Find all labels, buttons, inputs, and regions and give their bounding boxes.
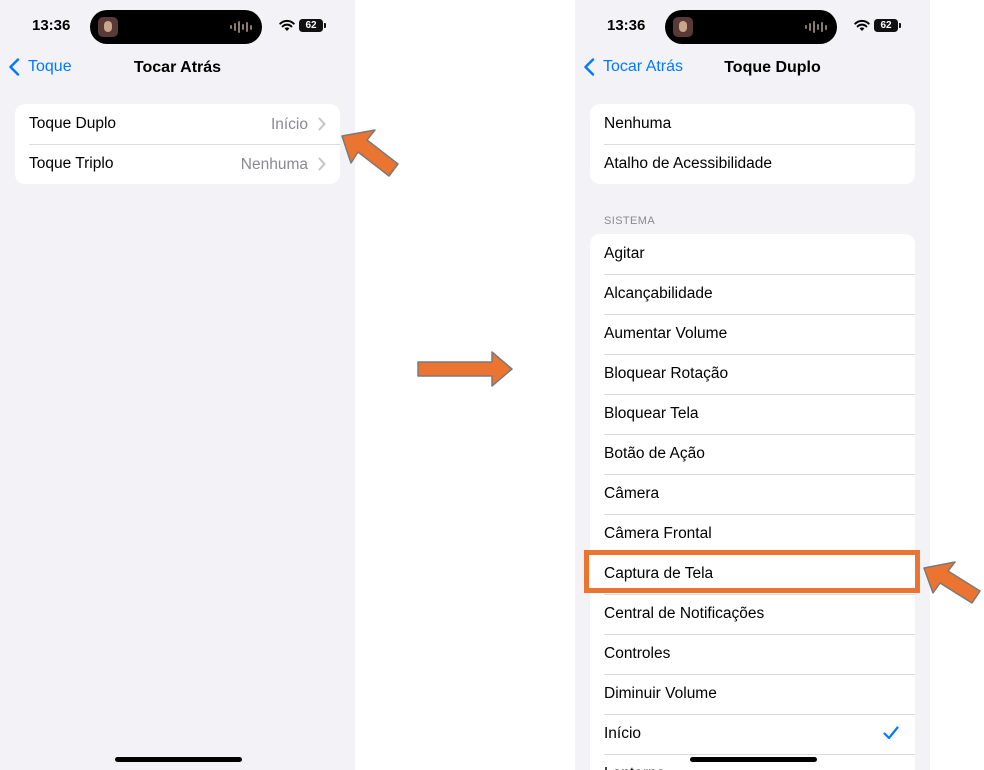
option-agitar[interactable]: Agitar bbox=[590, 234, 915, 274]
option-label: Câmera bbox=[604, 485, 660, 502]
option-label: Botão de Ação bbox=[604, 445, 705, 462]
annotation-arrow-icon bbox=[341, 129, 399, 177]
back-tap-options-group: Toque Duplo Início Toque Triplo Nenhuma bbox=[15, 104, 340, 184]
now-playing-artwork bbox=[673, 17, 693, 37]
row-label: Toque Triplo bbox=[29, 155, 114, 172]
navigation-bar: Toque Tocar Atrás bbox=[0, 48, 355, 88]
option-label: Alcançabilidade bbox=[604, 285, 713, 302]
option-aumentar-volume[interactable]: Aumentar Volume bbox=[590, 314, 915, 354]
navigation-bar: Tocar Atrás Toque Duplo bbox=[575, 48, 930, 88]
option-label: Agitar bbox=[604, 245, 645, 262]
row-value: Nenhuma bbox=[240, 156, 308, 173]
option-label: Central de Notificações bbox=[604, 605, 765, 622]
option-label: Início bbox=[604, 725, 642, 742]
option-label: Controles bbox=[604, 645, 671, 662]
annotation-arrow-icon bbox=[923, 561, 981, 604]
now-playing-artwork bbox=[98, 17, 118, 37]
highlight-box-captura-de-tela bbox=[584, 550, 920, 593]
row-label: Toque Duplo bbox=[29, 115, 117, 132]
dynamic-island[interactable] bbox=[90, 10, 262, 44]
option-label: Aumentar Volume bbox=[604, 325, 728, 342]
row-value: Início bbox=[270, 116, 308, 133]
chevron-left-icon bbox=[584, 58, 595, 76]
option-label: Atalho de Acessibilidade bbox=[604, 155, 773, 172]
option-camera-frontal[interactable]: Câmera Frontal bbox=[590, 514, 915, 554]
option-central-de-notificacoes[interactable]: Central de Notificações bbox=[590, 594, 915, 634]
checkmark-icon bbox=[883, 726, 899, 740]
chevron-right-icon bbox=[318, 157, 326, 171]
audio-waveform-icon bbox=[230, 20, 252, 34]
phone-screen-tocar-atras: 13:36 62 Toque Tocar Atrás Toque Duplo I… bbox=[0, 0, 355, 770]
option-bloquear-tela[interactable]: Bloquear Tela bbox=[590, 394, 915, 434]
section-header-sistema: SISTEMA bbox=[604, 215, 656, 227]
phone-screen-toque-duplo: 13:36 62 Tocar Atrás Toque Duplo Nenhuma… bbox=[575, 0, 930, 770]
option-bloquear-rotacao[interactable]: Bloquear Rotação bbox=[590, 354, 915, 394]
system-options-group: Agitar Alcançabilidade Aumentar Volume Bloq… bbox=[590, 234, 915, 770]
wifi-icon bbox=[854, 19, 870, 31]
option-label: Câmera Frontal bbox=[604, 525, 712, 542]
option-inicio[interactable]: Início bbox=[590, 714, 915, 754]
dynamic-island[interactable] bbox=[665, 10, 837, 44]
row-toque-triplo[interactable]: Toque Triplo Nenhuma bbox=[15, 144, 340, 184]
option-atalho-de-acessibilidade[interactable]: Atalho de Acessibilidade bbox=[590, 144, 915, 184]
option-controles[interactable]: Controles bbox=[590, 634, 915, 674]
accessibility-options-group: Nenhuma Atalho de Acessibilidade bbox=[590, 104, 915, 184]
chevron-right-icon bbox=[318, 117, 326, 131]
option-nenhuma[interactable]: Nenhuma bbox=[590, 104, 915, 144]
wifi-icon bbox=[279, 19, 295, 31]
battery-icon: 62 bbox=[299, 19, 326, 32]
option-label: Nenhuma bbox=[604, 115, 672, 132]
status-time: 13:36 bbox=[607, 17, 646, 34]
home-indicator[interactable] bbox=[690, 757, 817, 762]
option-camera[interactable]: Câmera bbox=[590, 474, 915, 514]
option-label: Diminuir Volume bbox=[604, 685, 717, 702]
status-bar: 13:36 62 bbox=[0, 0, 355, 52]
battery-icon: 62 bbox=[874, 19, 901, 32]
status-bar: 13:36 62 bbox=[575, 0, 930, 52]
page-title: Toque Duplo bbox=[724, 59, 821, 76]
option-botao-de-acao[interactable]: Botão de Ação bbox=[590, 434, 915, 474]
row-toque-duplo[interactable]: Toque Duplo Início bbox=[15, 104, 340, 144]
home-indicator[interactable] bbox=[115, 757, 242, 762]
option-diminuir-volume[interactable]: Diminuir Volume bbox=[590, 674, 915, 714]
page-title: Tocar Atrás bbox=[133, 59, 222, 76]
annotation-arrow-icon bbox=[417, 351, 513, 387]
option-alcancabilidade[interactable]: Alcançabilidade bbox=[590, 274, 915, 314]
status-time: 13:36 bbox=[32, 17, 71, 34]
option-label: Bloquear Tela bbox=[604, 405, 699, 422]
option-label: Bloquear Rotação bbox=[604, 365, 729, 382]
audio-waveform-icon bbox=[805, 20, 827, 34]
option-label: Lanterna bbox=[604, 765, 665, 770]
